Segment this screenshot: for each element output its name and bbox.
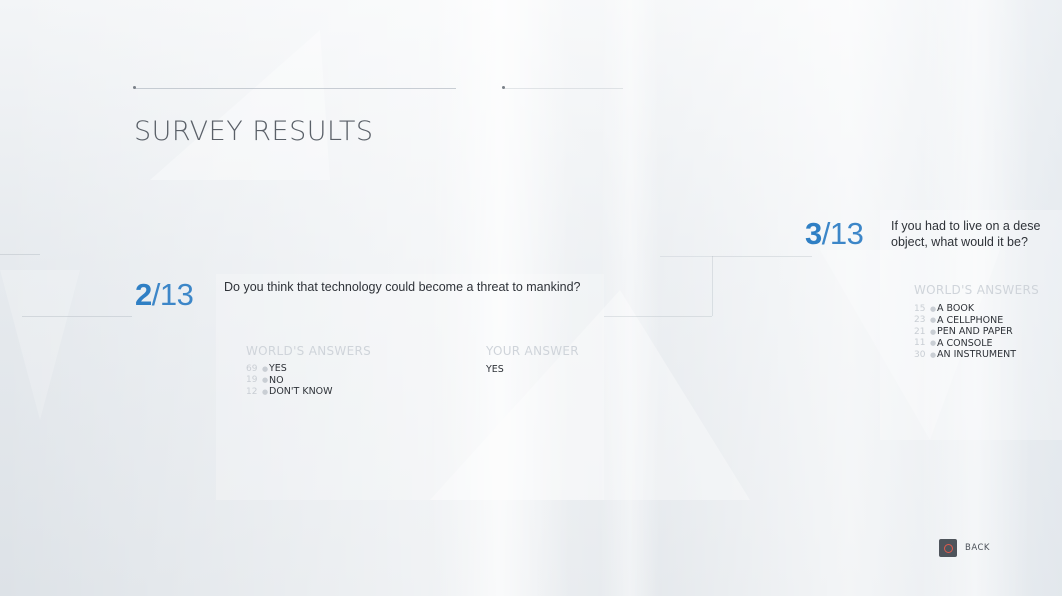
answer-percent: 15: [914, 303, 926, 314]
your-answer-value: YES: [486, 364, 504, 375]
guide-line: [712, 256, 812, 257]
divider-dot: [133, 86, 136, 89]
answer-label: DON'T KNOW: [269, 386, 333, 398]
answer-row: 30 ● AN INSTRUMENT: [914, 349, 1016, 361]
page-title: SURVEY RESULTS: [134, 116, 374, 147]
answer-label: NO: [269, 374, 284, 386]
top-divider-line: [503, 88, 623, 89]
answer-bullet: ●: [930, 339, 937, 348]
question-text-line: object, what would it be?: [891, 235, 1028, 249]
back-button[interactable]: BACK: [939, 539, 990, 557]
question-current: 3: [805, 216, 822, 251]
question-text: If you had to live on a dese object, wha…: [891, 218, 1062, 250]
question-separator: /: [151, 277, 161, 312]
answer-label: PEN AND PAPER: [937, 326, 1013, 338]
answer-row: 69 ● YES: [246, 363, 333, 375]
answer-bullet: ●: [262, 387, 269, 396]
question-current: 2: [135, 277, 152, 312]
answer-bullet: ●: [262, 364, 269, 373]
answer-row: 12 ● DON'T KNOW: [246, 386, 333, 398]
circle-button-icon: [939, 539, 957, 557]
guide-line: [660, 256, 712, 317]
your-answer-header: YOUR ANSWER: [486, 344, 579, 358]
answer-percent: 11: [914, 338, 926, 349]
question-text: Do you think that technology could becom…: [224, 280, 581, 294]
answer-bullet: ●: [930, 304, 937, 313]
answer-label: A CONSOLE: [937, 337, 993, 349]
answer-label: YES: [269, 363, 287, 375]
answer-row: 21 ● PEN AND PAPER: [914, 326, 1016, 338]
guide-line: [712, 256, 713, 316]
question-number: 2/13: [135, 277, 194, 313]
top-divider-line: [134, 88, 456, 89]
answer-bullet: ●: [930, 316, 937, 325]
worlds-answers-header: WORLD'S ANSWERS: [246, 344, 372, 358]
answer-bullet: ●: [930, 350, 937, 359]
answer-row: 23 ● A CELLPHONE: [914, 315, 1016, 327]
answer-percent: 19: [246, 375, 258, 386]
guide-line: [0, 254, 40, 317]
guide-line: [22, 316, 132, 317]
answer-percent: 23: [914, 315, 926, 326]
question-total: 13: [829, 216, 864, 251]
answer-label: A CELLPHONE: [937, 314, 1004, 326]
divider-dot: [502, 86, 505, 89]
answer-label: A BOOK: [937, 303, 975, 315]
answer-percent: 21: [914, 326, 926, 337]
back-label: BACK: [965, 543, 991, 553]
answer-bullet: ●: [262, 376, 269, 385]
answer-percent: 30: [914, 349, 926, 360]
answer-percent: 69: [246, 363, 258, 374]
answer-percent: 12: [246, 386, 258, 397]
worlds-answers-list: 15 ● A BOOK 23 ● A CELLPHONE 21 ● PEN AND PAPE…: [914, 303, 1016, 361]
question-separator: /: [821, 216, 831, 251]
guide-line: [604, 316, 712, 317]
worlds-answers-header: WORLD'S ANSWERS: [914, 283, 1040, 297]
answer-row: 19 ● NO: [246, 375, 333, 387]
answer-label: AN INSTRUMENT: [937, 349, 1017, 361]
question-number: 3/13: [805, 216, 864, 252]
answer-bullet: ●: [930, 327, 937, 336]
worlds-answers-list: 69 ● YES 19 ● NO 12 ● DON'T KNOW: [246, 363, 333, 398]
answer-row: 15 ● A BOOK: [914, 303, 1016, 315]
answer-row: 11 ● A CONSOLE: [914, 338, 1016, 350]
question-text-line: If you had to live on a dese: [891, 219, 1041, 233]
question-total: 13: [159, 277, 194, 312]
